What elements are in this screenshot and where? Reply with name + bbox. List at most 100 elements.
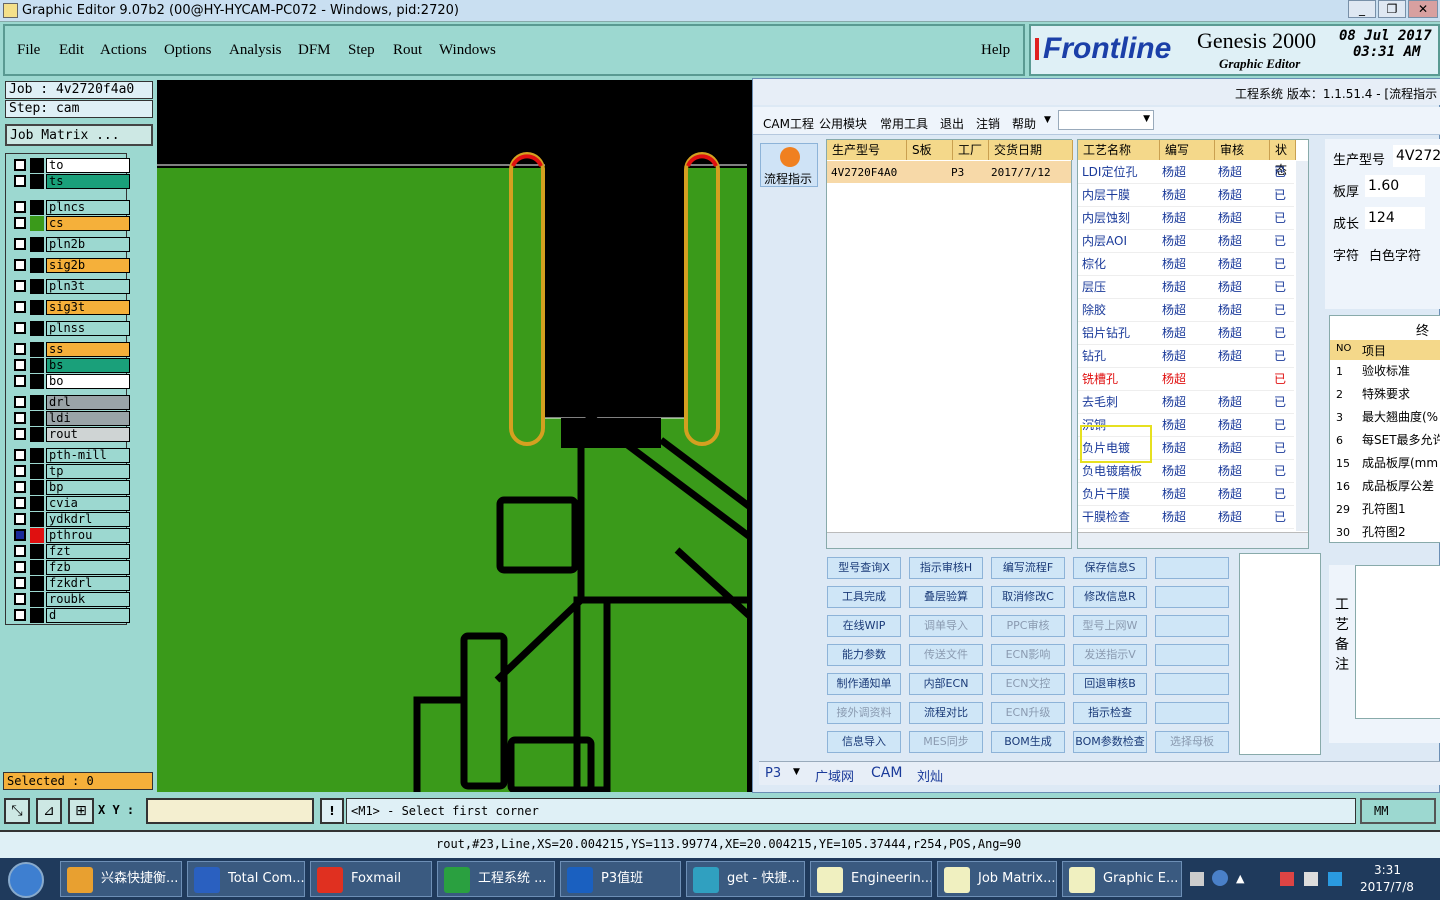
action-button[interactable]: MES同步 <box>909 731 983 753</box>
list-item[interactable]: 6 每SET最多允许 <box>1330 429 1440 452</box>
layer-color-swatch[interactable] <box>30 300 44 315</box>
list-item[interactable]: 16 成品板厚公差 <box>1330 475 1440 498</box>
layer-color-swatch[interactable] <box>30 480 44 495</box>
taskbar-item[interactable]: P3值班 <box>560 861 681 897</box>
action-button[interactable]: ECN影响 <box>991 644 1065 666</box>
layer-color-swatch[interactable] <box>30 496 44 511</box>
menu-dfm[interactable]: DFM <box>298 42 331 59</box>
action-button[interactable]: 内部ECN <box>909 673 983 695</box>
layer-name[interactable]: ldi <box>46 411 130 426</box>
grid-icon[interactable]: ⊞ <box>68 798 94 824</box>
col-writer[interactable]: 编写 <box>1160 140 1215 160</box>
table-row[interactable]: 铣槽孔 杨超 已回 <box>1078 368 1294 391</box>
action-button[interactable] <box>1155 557 1229 579</box>
taskbar-item[interactable]: Foxmail <box>310 861 432 897</box>
action-button[interactable]: PPC审核 <box>991 615 1065 637</box>
layer-name[interactable]: fzt <box>46 544 130 559</box>
footer-dropdown-icon[interactable]: ▼ <box>793 767 800 777</box>
layer-color-swatch[interactable] <box>30 464 44 479</box>
layer-checkbox[interactable] <box>14 396 26 408</box>
layer-fzkdrl[interactable]: fzkdrl <box>12 576 130 591</box>
col-model[interactable]: 生产型号 <box>827 140 907 160</box>
menu-help-erp[interactable]: 帮助 <box>1012 115 1036 132</box>
action-button[interactable]: ECN升级 <box>991 702 1065 724</box>
layer-checkbox[interactable] <box>14 412 26 424</box>
action-button[interactable]: 取消修改C <box>991 586 1065 608</box>
units-selector[interactable]: MM <box>1360 798 1436 824</box>
col-delivery[interactable]: 交货日期 <box>989 140 1073 160</box>
layer-name[interactable]: pln3t <box>46 279 130 294</box>
layer-name[interactable]: tp <box>46 464 130 479</box>
menu-edit[interactable]: Edit <box>59 42 84 59</box>
table-row[interactable]: 钻孔 杨超 杨超 已审 <box>1078 345 1294 368</box>
table-row[interactable]: 去毛刺 杨超 杨超 已审 <box>1078 391 1294 414</box>
zoom-area-icon[interactable]: ⊿ <box>36 798 62 824</box>
layer-rout[interactable]: rout <box>12 427 130 442</box>
layer-ldi[interactable]: ldi <box>12 411 130 426</box>
action-button[interactable]: BOM生成 <box>991 731 1065 753</box>
layer-pln3t[interactable]: pln3t <box>12 279 130 294</box>
layer-name[interactable]: d <box>46 608 130 623</box>
thickness-input[interactable]: 1.60 <box>1365 175 1425 197</box>
layer-checkbox[interactable] <box>14 529 26 541</box>
table-row[interactable]: 干膜检查 杨超 杨超 已审 <box>1078 506 1294 529</box>
action-button[interactable]: 能力参数 <box>827 644 901 666</box>
layer-name[interactable]: drl <box>46 395 130 410</box>
menu-analysis[interactable]: Analysis <box>229 42 282 59</box>
layer-name[interactable]: fzb <box>46 560 130 575</box>
graphic-canvas[interactable] <box>157 80 754 792</box>
action-button[interactable]: 回退审核B <box>1073 673 1147 695</box>
col-reviewer[interactable]: 审核 <box>1215 140 1270 160</box>
layer-checkbox[interactable] <box>14 465 26 477</box>
layer-ss[interactable]: ss <box>12 342 130 357</box>
layer-color-swatch[interactable] <box>30 321 44 336</box>
layer-sig3t[interactable]: sig3t <box>12 300 130 315</box>
table-row[interactable]: 棕化 杨超 杨超 已审 <box>1078 253 1294 276</box>
layer-name[interactable]: ss <box>46 342 130 357</box>
warning-icon[interactable]: ! <box>320 798 344 824</box>
layer-roubk[interactable]: roubk <box>12 592 130 607</box>
flow-indicator-button[interactable]: 流程指示 <box>760 143 818 187</box>
layer-cs[interactable]: cs <box>12 216 130 231</box>
layer-checkbox[interactable] <box>14 449 26 461</box>
layer-name[interactable]: rout <box>46 427 130 442</box>
col-factory[interactable]: 工厂 <box>953 140 989 160</box>
model-input[interactable]: 4V272 <box>1393 145 1440 167</box>
layer-checkbox[interactable] <box>14 577 26 589</box>
taskbar-item[interactable]: Engineerin... <box>810 861 932 897</box>
menu-logout[interactable]: 注销 <box>976 115 1000 132</box>
list-item[interactable]: 1 验收标准 <box>1330 360 1440 383</box>
table-row[interactable]: 负电镀磨板 杨超 杨超 已审 <box>1078 460 1294 483</box>
layer-checkbox[interactable] <box>14 322 26 334</box>
layer-checkbox[interactable] <box>14 159 26 171</box>
layer-checkbox[interactable] <box>14 513 26 525</box>
layer-name[interactable]: ydkdrl <box>46 512 130 527</box>
layer-checkbox[interactable] <box>14 593 26 605</box>
layer-checkbox[interactable] <box>14 561 26 573</box>
taskbar-item[interactable]: 工程系统 ... <box>437 861 555 897</box>
layer-bo[interactable]: bo <box>12 374 130 389</box>
process-hscrollbar[interactable] <box>1078 532 1308 548</box>
action-button[interactable]: 修改信息R <box>1073 586 1147 608</box>
zoom-fit-icon[interactable]: ⤡ <box>4 798 30 824</box>
layer-color-swatch[interactable] <box>30 200 44 215</box>
combo-arrow-icon[interactable]: ▼ <box>1143 114 1150 124</box>
layer-color-swatch[interactable] <box>30 174 44 189</box>
layer-checkbox[interactable] <box>14 545 26 557</box>
help-dropdown-icon[interactable]: ▼ <box>1044 115 1051 125</box>
menu-file[interactable]: File <box>17 42 40 59</box>
layer-color-swatch[interactable] <box>30 395 44 410</box>
layer-name[interactable]: pthrou <box>46 528 130 543</box>
toolbar-combo[interactable]: ▼ <box>1058 110 1154 130</box>
layer-color-swatch[interactable] <box>30 576 44 591</box>
layer-color-swatch[interactable] <box>30 258 44 273</box>
layer-color-swatch[interactable] <box>30 560 44 575</box>
action-button[interactable]: BOM参数检查 <box>1073 731 1147 753</box>
table-row[interactable]: LDI定位孔 杨超 杨超 已审 <box>1078 161 1294 184</box>
layer-color-swatch[interactable] <box>30 374 44 389</box>
layer-color-swatch[interactable] <box>30 237 44 252</box>
layer-name[interactable]: roubk <box>46 592 130 607</box>
action-button[interactable]: 信息导入 <box>827 731 901 753</box>
layer-name[interactable]: ts <box>46 174 130 189</box>
layer-bp[interactable]: bp <box>12 480 130 495</box>
